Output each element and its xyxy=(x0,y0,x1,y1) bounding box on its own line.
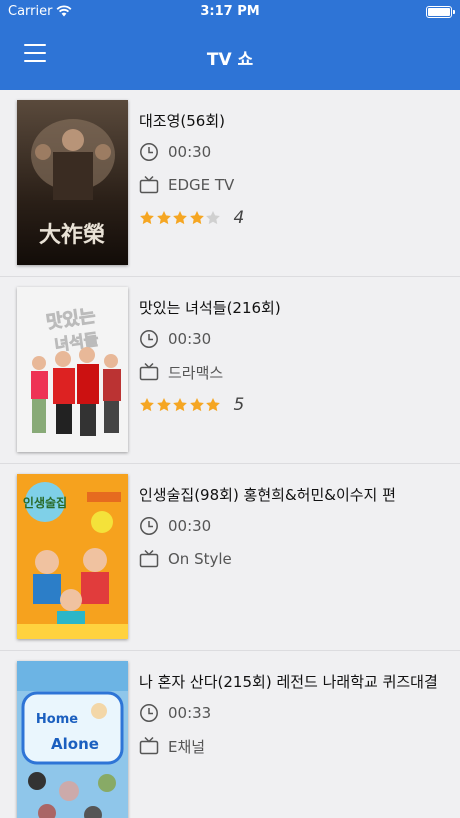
channel-label: 드라맥스 xyxy=(168,363,224,382)
svg-text:Home: Home xyxy=(36,712,78,727)
star-rating: 4 xyxy=(139,208,244,228)
airtime-label: 00:30 xyxy=(168,517,212,535)
star-filled-icon xyxy=(173,398,187,412)
clock-icon xyxy=(140,330,158,348)
tv-icon xyxy=(139,736,159,755)
tv-icon xyxy=(139,362,159,381)
star-rating: 5 xyxy=(139,395,244,415)
star-filled-icon xyxy=(189,398,204,412)
channel-label: EDGE TV xyxy=(168,176,235,194)
show-title: 대조영(56회) xyxy=(139,112,225,130)
clock-icon xyxy=(140,704,158,722)
show-title: 맛있는 녀석들(216회) xyxy=(139,299,281,317)
poster-image: 맛있는 녀석들 xyxy=(17,287,128,452)
channel: 드라맥스 xyxy=(139,361,223,383)
star-filled-icon xyxy=(206,398,220,412)
airtime-label: 00:30 xyxy=(168,143,212,161)
clock-label: 3:17 PM xyxy=(200,4,260,19)
list-item[interactable]: 맛있는 녀석들 맛있는 녀석들(216회) 00:30 드라맥스 5 xyxy=(0,277,460,464)
show-list[interactable]: 大祚榮 대조영(56회) 00:30 EDGE TV 4 맛있는 녀석들 맛있는… xyxy=(0,90,460,818)
navigation-bar: Carrier 3:17 PM TV 쇼 xyxy=(0,0,460,90)
show-title: 나 혼자 산다(215회) 레전드 나래학교 퀴즈대결 xyxy=(139,673,438,691)
poster-image: 大祚榮 xyxy=(17,100,128,265)
airtime: 00:30 xyxy=(139,141,211,163)
star-filled-icon xyxy=(140,398,154,412)
star-filled-icon xyxy=(156,211,171,225)
page-title: TV 쇼 xyxy=(206,50,254,70)
star-filled-icon xyxy=(156,398,171,412)
star-filled-icon xyxy=(173,211,187,225)
poster-image: 인생술집 xyxy=(17,474,128,639)
clock-icon xyxy=(140,143,158,161)
list-item[interactable]: Home Alone 나 혼자 산다(215회) 레전드 나래학교 퀴즈대결 0… xyxy=(0,651,460,818)
svg-text:大祚榮: 大祚榮 xyxy=(39,222,105,248)
svg-text:Alone: Alone xyxy=(51,735,99,753)
channel: EDGE TV xyxy=(139,174,234,196)
show-title: 인생술집(98회) 홍현희&허민&이수지 편 xyxy=(139,486,396,504)
list-item[interactable]: 大祚榮 대조영(56회) 00:30 EDGE TV 4 xyxy=(0,90,460,277)
clock-icon xyxy=(140,517,158,535)
battery-icon xyxy=(426,6,455,18)
star-filled-icon xyxy=(189,211,204,225)
airtime: 00:30 xyxy=(139,515,211,537)
channel-label: On Style xyxy=(168,550,232,568)
rating-value: 5 xyxy=(233,395,245,415)
airtime-label: 00:33 xyxy=(168,704,212,722)
airtime: 00:30 xyxy=(139,328,211,350)
channel: On Style xyxy=(139,548,232,570)
list-item[interactable]: 인생술집 인생술집(98회) 홍현희&허민&이수지 편 00:30 On Sty… xyxy=(0,464,460,651)
tv-icon xyxy=(139,549,159,568)
star-filled-icon xyxy=(140,211,154,225)
channel: E채널 xyxy=(139,735,205,757)
tv-icon xyxy=(139,175,159,194)
channel-label: E채널 xyxy=(168,737,206,756)
rating-value: 4 xyxy=(233,208,245,228)
status-bar: Carrier 3:17 PM xyxy=(0,0,460,24)
airtime-label: 00:30 xyxy=(168,330,212,348)
airtime: 00:33 xyxy=(139,702,211,724)
poster-image: Home Alone xyxy=(17,661,128,818)
svg-text:인생술집: 인생술집 xyxy=(23,495,67,510)
star-empty-icon xyxy=(206,211,220,225)
